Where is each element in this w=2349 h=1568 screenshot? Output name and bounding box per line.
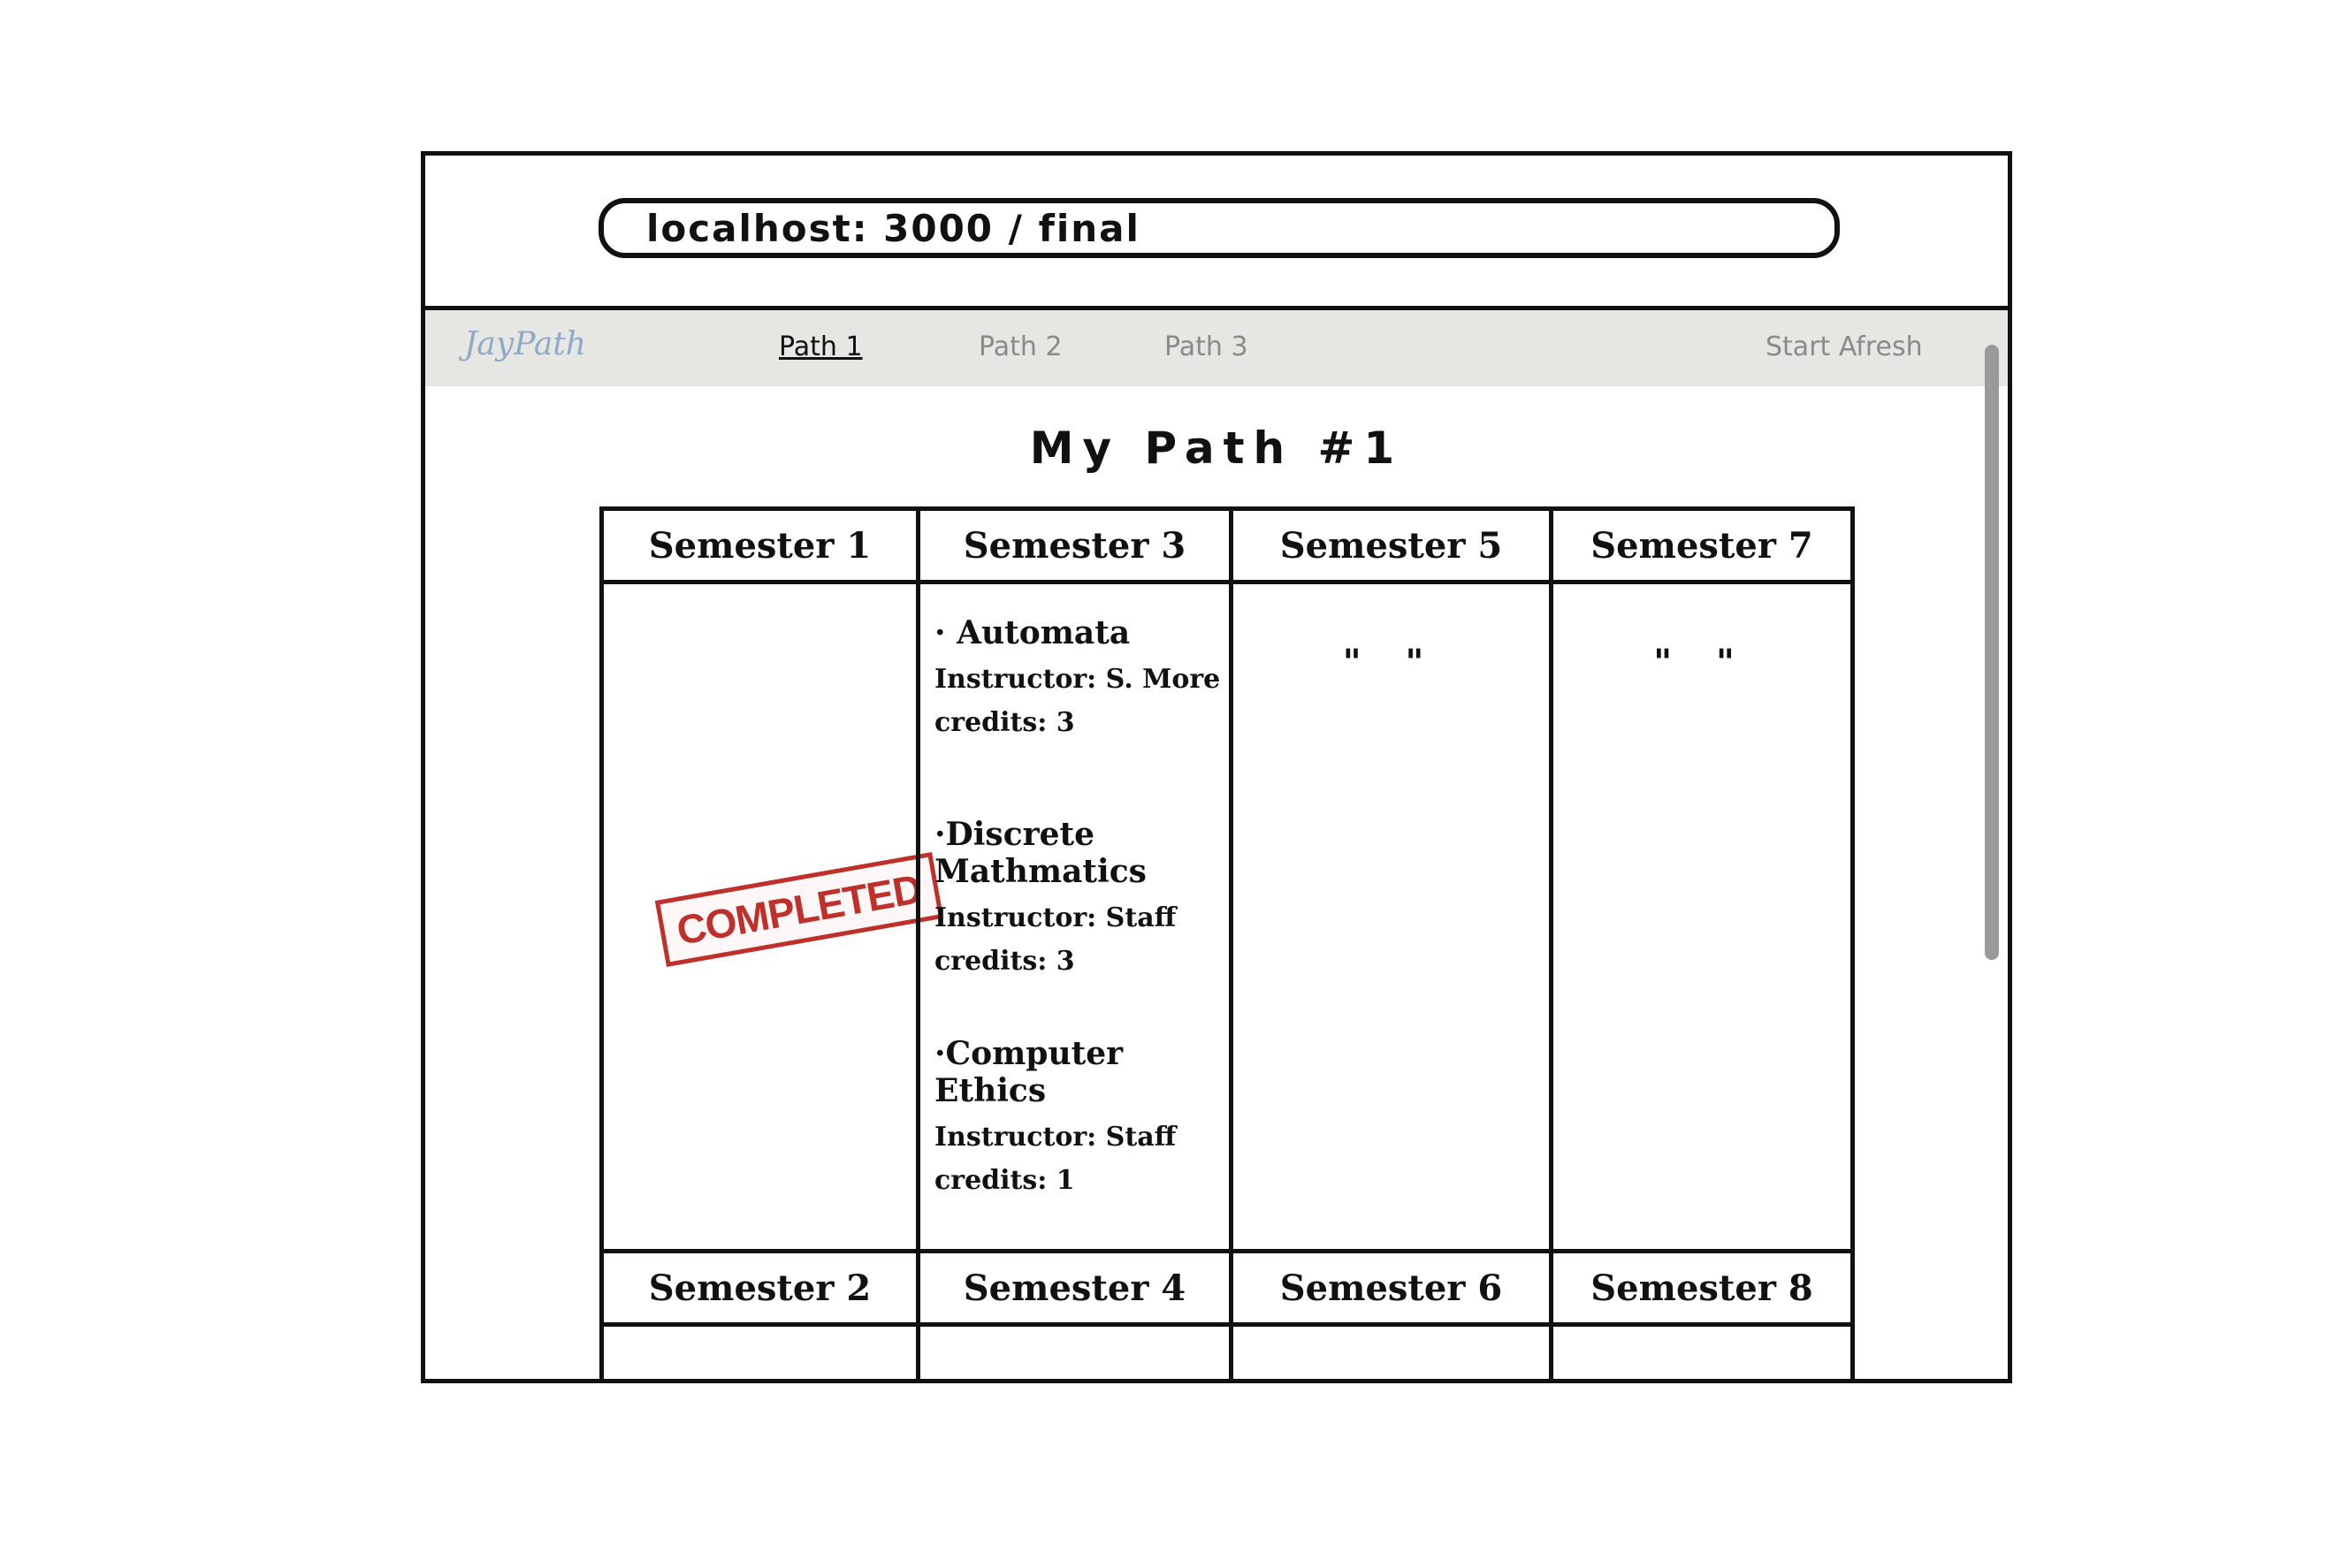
course-card[interactable]: ·Discrete Mathmatics Instructor: Staff c… [934,816,1229,989]
semester-cell: " " [1553,584,1850,1249]
course-name: · Automata [934,614,1131,651]
brand-logo[interactable]: JayPath [464,326,586,362]
course-card[interactable]: ·Computer Ethics Instructor: Staff credi… [934,1035,1229,1208]
course-credits: credits: 1 [934,1165,1075,1196]
semester-column: Semester 3 · Automata Instructor: S. Mor… [916,506,1229,1383]
nav-path-1[interactable]: Path 1 [779,331,863,362]
semester-header: Semester 3 [920,506,1229,584]
semester-header: Semester 1 [604,506,916,584]
semester-column: Semester 1 COMPLETED Semester 2 [599,506,943,1383]
semester-header: Semester 7 [1553,506,1850,584]
ditto-mark: " " [1653,643,1750,683]
course-credits: credits: 3 [934,707,1075,738]
semester-column: Semester 5 " " Semester 6 [1229,506,1549,1383]
completed-stamp: COMPLETED [654,851,943,968]
course-name: ·Discrete Mathmatics [934,816,1147,890]
semester-header: Semester 4 [920,1249,1229,1327]
semester-column: Semester 7 " " Semester 8 [1549,506,1855,1383]
course-instructor: Instructor: Staff [934,1122,1177,1153]
semester-cell: COMPLETED [604,584,943,1249]
url-text: localhost: 3000 / final [646,206,1140,250]
semester-header: Semester 6 [1233,1249,1549,1327]
course-instructor: Instructor: S. More [934,664,1221,695]
semester-cell: · Automata Instructor: S. More credits: … [920,584,1229,1249]
course-name: ·Computer Ethics [934,1035,1124,1109]
semester-header: Semester 2 [604,1249,916,1327]
course-card[interactable]: · Automata Instructor: S. More credits: … [934,614,1220,750]
semester-grid: Semester 1 COMPLETED Semester 2 Semester… [599,506,1855,1383]
course-credits: credits: 3 [934,946,1075,977]
semester-header: Semester 8 [1553,1249,1850,1327]
address-bar[interactable]: localhost: 3000 / final [599,198,1840,258]
browser-window: localhost: 3000 / final JayPath Path 1 P… [421,151,2012,1383]
start-afresh-link[interactable]: Start Afresh [1766,331,1923,362]
course-instructor: Instructor: Staff [934,902,1177,933]
navbar: JayPath Path 1 Path 2 Path 3 Start Afres… [425,306,2008,386]
semester-header: Semester 5 [1233,506,1549,584]
nav-path-3[interactable]: Path 3 [1164,331,1248,362]
page-title: My Path #1 [1029,422,1404,474]
nav-path-2[interactable]: Path 2 [979,331,1063,362]
semester-cell: " " [1233,584,1549,1249]
ditto-mark: " " [1342,643,1440,683]
